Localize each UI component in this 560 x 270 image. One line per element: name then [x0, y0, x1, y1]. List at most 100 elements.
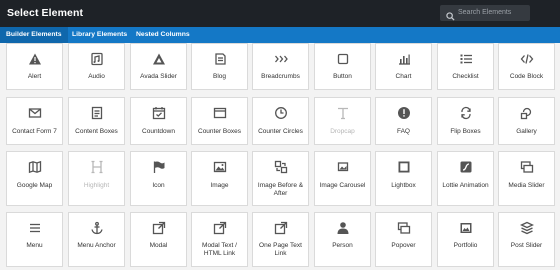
flag-icon [152, 160, 166, 174]
element-card-person[interactable]: Person [314, 212, 371, 267]
tab-builder-elements[interactable]: Builder Elements [0, 27, 68, 43]
element-card-flip-boxes[interactable]: Flip Boxes [437, 97, 494, 145]
element-card-highlight: Highlight [68, 151, 125, 206]
external-link-icon [152, 221, 166, 235]
highlight-icon [90, 160, 104, 174]
element-label: Lightbox [391, 182, 416, 189]
tab-bar: Builder Elements Library Elements Nested… [0, 27, 560, 43]
element-card-menu-anchor[interactable]: Menu Anchor [68, 212, 125, 267]
image-icon [213, 160, 227, 174]
element-card-button[interactable]: Button [314, 43, 371, 90]
element-card-gallery[interactable]: Gallery [498, 97, 555, 145]
element-card-checklist[interactable]: Checklist [437, 43, 494, 90]
element-card-menu[interactable]: Menu [6, 212, 63, 267]
element-card-image-before-after[interactable]: Image Before & After [252, 151, 309, 206]
element-label: Counter Boxes [198, 128, 241, 135]
map-icon [28, 160, 42, 174]
element-label: Blog [212, 73, 226, 80]
image-compare-icon [274, 160, 288, 174]
element-label: FAQ [396, 128, 410, 135]
element-card-blog[interactable]: Blog [191, 43, 248, 90]
element-card-countdown[interactable]: Countdown [130, 97, 187, 145]
element-label: Image Before & After [257, 182, 304, 197]
envelope-icon [28, 106, 42, 120]
element-card-avada-slider[interactable]: Avada Slider [130, 43, 187, 90]
counter-box-icon [213, 106, 227, 120]
element-card-popover[interactable]: Popover [375, 212, 432, 267]
tab-nested-columns[interactable]: Nested Columns [130, 27, 196, 43]
slider-triangle-icon [152, 52, 166, 66]
element-label: Menu Anchor [77, 242, 116, 249]
element-card-alert[interactable]: Alert [6, 43, 63, 90]
element-card-post-slider[interactable]: Post Slider [498, 212, 555, 267]
element-card-counter-circles[interactable]: Counter Circles [252, 97, 309, 145]
element-card-image[interactable]: Image [191, 151, 248, 206]
element-label: Chart [395, 73, 412, 80]
element-label: Breadcrumbs [261, 73, 300, 80]
modal-title: Select Element [7, 7, 84, 19]
element-label: Modal [149, 242, 168, 249]
element-card-dropcap: Dropcap [314, 97, 371, 145]
element-label: Alert [27, 73, 42, 80]
content-boxes-icon [90, 106, 104, 120]
checklist-icon [459, 52, 473, 66]
element-card-image-carousel[interactable]: Image Carousel [314, 151, 371, 206]
search-icon [446, 8, 455, 26]
element-label: Popover [391, 242, 416, 249]
element-card-counter-boxes[interactable]: Counter Boxes [191, 97, 248, 145]
element-card-lottie-animation[interactable]: Lottie Animation [437, 151, 494, 206]
element-card-media-slider[interactable]: Media Slider [498, 151, 555, 206]
element-label: Content Boxes [75, 128, 118, 135]
code-icon [520, 52, 534, 66]
element-card-faq[interactable]: FAQ [375, 97, 432, 145]
element-label: Dropcap [330, 128, 355, 135]
lightbox-icon [397, 160, 411, 174]
element-card-google-map[interactable]: Google Map [6, 151, 63, 206]
audio-icon [90, 52, 104, 66]
popover-icon [397, 221, 411, 235]
portfolio-icon [459, 221, 473, 235]
element-card-modal-text-html-link[interactable]: Modal Text / HTML Link [191, 212, 248, 267]
lottie-icon [459, 160, 473, 174]
element-card-chart[interactable]: Chart [375, 43, 432, 90]
element-card-icon[interactable]: Icon [130, 151, 187, 206]
breadcrumbs-icon [274, 52, 288, 66]
element-card-breadcrumbs[interactable]: Breadcrumbs [252, 43, 309, 90]
element-label: Media Slider [508, 182, 545, 189]
element-label: Modal Text / HTML Link [202, 242, 237, 257]
post-slider-icon [519, 221, 534, 235]
elements-grid: Alert Audio Avada Slider Blog Breadcrumbs But… [0, 43, 560, 270]
element-card-content-boxes[interactable]: Content Boxes [68, 97, 125, 145]
faq-icon [397, 106, 411, 120]
element-label: Code Block [509, 73, 544, 80]
flip-icon [459, 106, 473, 120]
element-label: Highlight [83, 182, 110, 189]
button-icon [336, 52, 350, 66]
search-input[interactable]: Search Elements [440, 5, 530, 21]
element-label: Button [333, 73, 352, 80]
chart-icon [397, 52, 411, 66]
element-label: Audio [88, 73, 105, 80]
element-card-audio[interactable]: Audio [68, 43, 125, 90]
element-label: Portfolio [453, 242, 478, 249]
media-slider-icon [520, 160, 534, 174]
counter-circle-icon [274, 106, 288, 120]
element-card-portfolio[interactable]: Portfolio [437, 212, 494, 267]
element-card-lightbox[interactable]: Lightbox [375, 151, 432, 206]
element-card-code-block[interactable]: Code Block [498, 43, 555, 90]
gallery-icon [520, 106, 534, 120]
element-label: Gallery [516, 128, 537, 135]
element-card-modal[interactable]: Modal [130, 212, 187, 267]
element-label: Contact Form 7 [12, 128, 57, 135]
element-label: Person [332, 242, 353, 249]
menu-icon [28, 221, 42, 235]
tab-library-elements[interactable]: Library Elements [66, 27, 133, 43]
calendar-icon [152, 106, 166, 120]
element-label: Icon [152, 182, 165, 189]
element-label: Menu [26, 242, 43, 249]
dropcap-icon [336, 106, 350, 120]
blog-icon [213, 52, 227, 66]
element-label: Flip Boxes [450, 128, 481, 135]
element-card-one-page-text-link[interactable]: One Page Text Link [252, 212, 309, 267]
element-card-contact-form-7[interactable]: Contact Form 7 [6, 97, 63, 145]
